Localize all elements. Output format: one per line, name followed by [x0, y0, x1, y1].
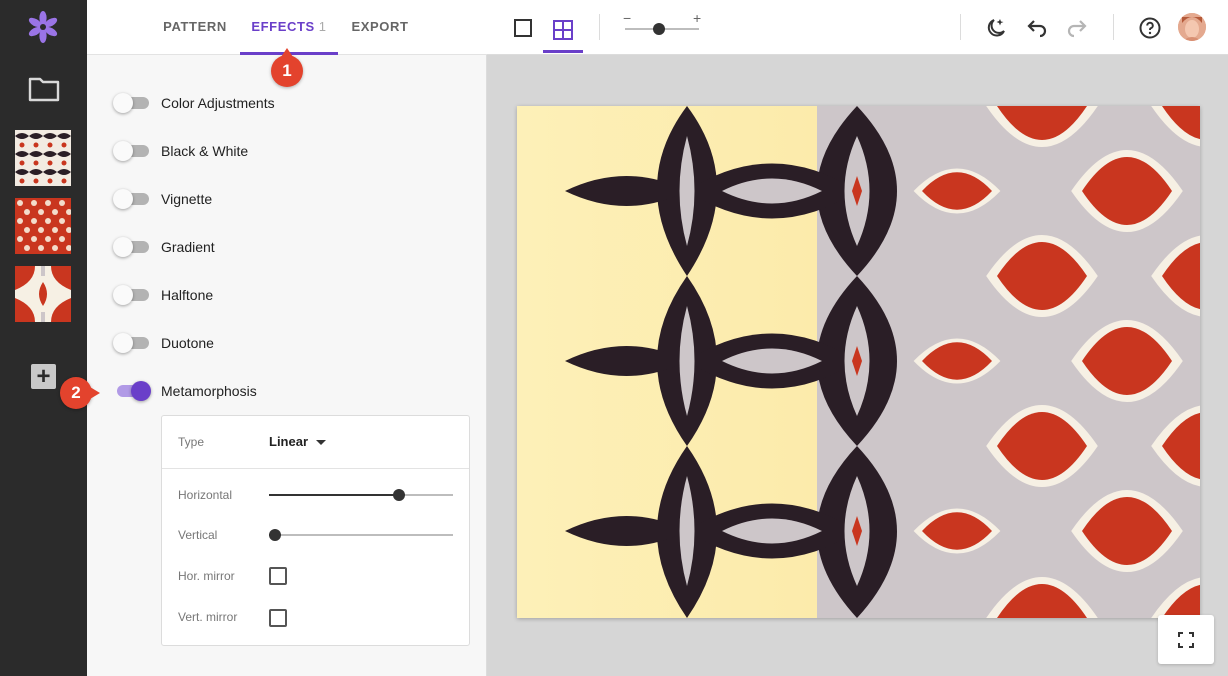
vertical-slider[interactable] [269, 529, 453, 541]
zoom-in-label[interactable]: + [693, 10, 701, 26]
effect-duotone[interactable]: Duotone [113, 331, 443, 355]
panel-tabs: PATTERN EFFECTS 1 EXPORT [87, 0, 487, 55]
app-window: + PATTERN EFFECTS 1 EXPORT 1 Color Adjust… [0, 0, 1228, 676]
vertical-label: Vertical [178, 528, 218, 542]
effect-halftone[interactable]: Halftone [113, 283, 443, 307]
redo-icon [1067, 20, 1087, 38]
black-white-toggle[interactable] [113, 141, 149, 161]
horizontal-slider-handle[interactable] [393, 489, 405, 501]
single-view-icon [514, 19, 532, 37]
grid-view-button[interactable] [543, 12, 583, 53]
user-avatar[interactable] [1178, 13, 1206, 41]
effect-label: Gradient [161, 239, 215, 255]
effect-gradient[interactable]: Gradient [113, 235, 443, 259]
divider [162, 468, 469, 469]
pattern-preview[interactable] [517, 106, 1200, 618]
grid-view-icon [553, 19, 573, 40]
horizontal-label: Horizontal [178, 488, 233, 502]
left-rail: + [0, 0, 87, 676]
step-badge-1: 1 [271, 48, 303, 87]
metamorphosis-options: Type Linear Horizontal Vertical Hor. mir… [161, 415, 470, 646]
effect-label: Halftone [161, 287, 214, 303]
zoom-slider[interactable]: − + [623, 10, 703, 40]
effect-color-adjustments[interactable]: Color Adjustments [113, 91, 443, 115]
effect-label: Color Adjustments [161, 95, 275, 111]
metamorphosis-toggle[interactable] [113, 381, 151, 401]
pattern-thumbnail-3[interactable] [15, 266, 71, 322]
effect-label: Vignette [161, 191, 213, 207]
type-select[interactable]: Linear [269, 434, 308, 449]
effect-black-white[interactable]: Black & White [113, 139, 443, 163]
halftone-toggle[interactable] [113, 285, 149, 305]
divider [960, 14, 961, 40]
moon-stars-icon [987, 19, 1005, 37]
type-label: Type [178, 435, 205, 449]
effect-label: Duotone [161, 335, 214, 351]
fullscreen-button[interactable] [1158, 615, 1214, 664]
folder-icon[interactable] [28, 76, 60, 102]
vignette-toggle[interactable] [113, 189, 149, 209]
zoom-slider-handle[interactable] [653, 23, 665, 35]
zoom-out-label[interactable]: − [623, 10, 631, 26]
vertical-slider-handle[interactable] [269, 529, 281, 541]
tab-effects[interactable]: EFFECTS 1 [240, 0, 338, 55]
effects-panel: PATTERN EFFECTS 1 EXPORT 1 Color Adjustme… [60, 0, 487, 676]
tab-pattern[interactable]: PATTERN [159, 0, 231, 55]
help-icon [1139, 17, 1161, 39]
divider [599, 14, 600, 40]
night-mode-button[interactable] [982, 14, 1010, 42]
fullscreen-icon [1178, 631, 1194, 648]
undo-button[interactable] [1023, 14, 1051, 42]
undo-icon [1027, 20, 1047, 38]
step-badge-2: 2 [60, 377, 100, 409]
duotone-toggle[interactable] [113, 333, 149, 353]
vert-mirror-label: Vert. mirror [178, 610, 238, 624]
pattern-thumbnail-2[interactable] [15, 198, 71, 254]
effect-metamorphosis[interactable]: Metamorphosis [113, 379, 443, 403]
effect-vignette[interactable]: Vignette [113, 187, 443, 211]
single-view-button[interactable] [509, 14, 537, 42]
hor-mirror-checkbox[interactable] [269, 567, 287, 585]
help-button[interactable] [1136, 14, 1164, 42]
redo-button[interactable] [1063, 14, 1091, 42]
color-adjustments-toggle[interactable] [113, 93, 149, 113]
tab-export-label: EXPORT [351, 19, 409, 34]
effect-label: Black & White [161, 143, 249, 159]
chevron-down-icon[interactable] [316, 440, 326, 445]
tab-effects-label: EFFECTS [251, 19, 315, 34]
horizontal-slider[interactable] [269, 489, 453, 501]
effect-label: Metamorphosis [161, 383, 257, 399]
hor-mirror-label: Hor. mirror [178, 569, 235, 583]
tab-pattern-label: PATTERN [163, 19, 227, 34]
vert-mirror-checkbox[interactable] [269, 609, 287, 627]
gradient-toggle[interactable] [113, 237, 149, 257]
tab-export[interactable]: EXPORT [347, 0, 413, 55]
top-toolbar: − + [487, 0, 1228, 55]
tab-effects-count: 1 [318, 19, 327, 34]
canvas-area [487, 55, 1228, 676]
flower-logo-icon[interactable] [26, 10, 60, 44]
add-pattern-button[interactable]: + [31, 364, 56, 389]
pattern-thumbnail-1[interactable] [15, 130, 71, 186]
divider [1113, 14, 1114, 40]
